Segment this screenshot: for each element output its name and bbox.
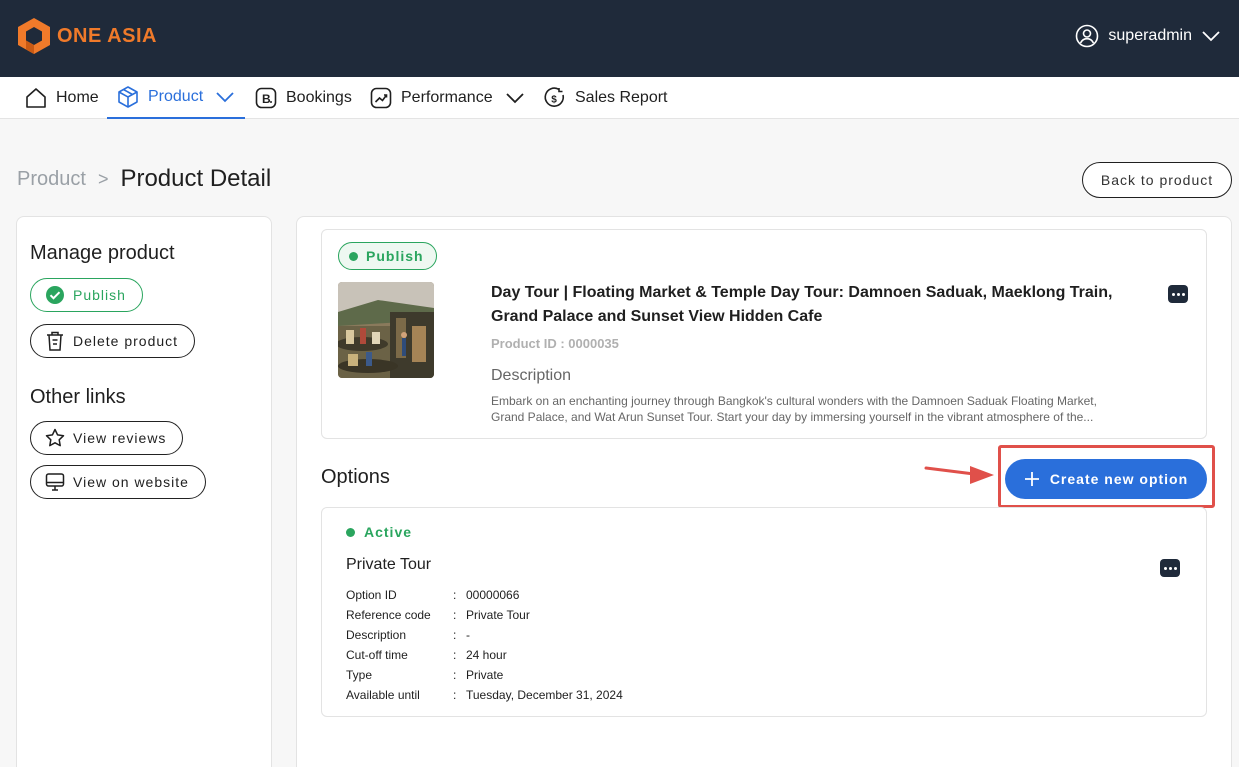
detail-colon: : [453, 588, 457, 602]
nav-product[interactable]: Product [107, 77, 246, 119]
status-dot [346, 527, 355, 537]
detail-value: 24 hour [466, 648, 507, 662]
main-nav: Home Product B Bookings Performance $ Sa… [0, 77, 1239, 119]
svg-text:B: B [262, 92, 271, 106]
logo-text: ONE ASIA [57, 24, 157, 47]
chevron-down-icon [1202, 31, 1220, 42]
option-detail-row: Type : Private [346, 665, 623, 685]
option-title: Private Tour [346, 556, 432, 573]
detail-value: Tuesday, December 31, 2024 [466, 688, 623, 702]
publish-button[interactable]: Publish [30, 278, 143, 312]
detail-key: Cut-off time [346, 648, 408, 662]
nav-sales-report-label: Sales Report [575, 89, 668, 106]
user-menu[interactable]: superadmin [1075, 24, 1221, 48]
option-more-button[interactable] [1160, 559, 1180, 577]
check-circle-icon [46, 286, 64, 304]
detail-value: Private [466, 668, 504, 682]
monitor-icon [45, 473, 65, 491]
manage-product-heading: Manage product [30, 242, 175, 264]
status-dot [349, 251, 358, 261]
option-status-label: Active [364, 524, 413, 540]
publish-status-label: Publish [366, 248, 424, 264]
home-icon [26, 88, 46, 108]
detail-key: Reference code [346, 608, 431, 622]
delete-product-label: Delete product [73, 333, 179, 349]
nav-bookings-label: Bookings [286, 89, 352, 106]
detail-key: Description [346, 628, 407, 642]
product-more-button[interactable] [1168, 285, 1188, 303]
nav-home[interactable]: Home [24, 77, 99, 119]
trash-icon [47, 331, 63, 351]
nav-home-label: Home [56, 89, 99, 106]
chevron-down-icon [216, 92, 234, 103]
detail-value: - [466, 628, 470, 642]
description-label: Description [491, 367, 572, 384]
detail-value: 00000066 [466, 588, 520, 602]
product-id: Product ID : 0000035 [491, 336, 619, 351]
option-detail-row: Reference code : Private Tour [346, 605, 623, 625]
publish-label: Publish [73, 287, 126, 303]
dollar-cycle-icon: $ [544, 87, 565, 107]
view-on-website-button[interactable]: View on website [30, 465, 206, 499]
nav-performance[interactable]: Performance [369, 77, 525, 119]
floating-market-image [338, 282, 434, 378]
more-dot [1171, 292, 1175, 296]
breadcrumb-separator: > [97, 168, 109, 189]
delete-product-button[interactable]: Delete product [30, 324, 196, 358]
arrow-annotation-icon [924, 466, 994, 484]
view-reviews-button[interactable]: View reviews [30, 421, 184, 455]
option-detail-row: Available until : Tuesday, December 31, … [346, 685, 623, 705]
nav-bookings[interactable]: B Bookings [254, 77, 352, 119]
detail-key: Type [346, 668, 373, 682]
detail-key: Option ID [346, 588, 397, 602]
detail-key: Available until [346, 688, 420, 702]
detail-colon: : [453, 688, 457, 702]
option-detail-row: Cut-off time : 24 hour [346, 645, 623, 665]
detail-colon: : [453, 668, 457, 682]
trend-icon [370, 87, 392, 109]
more-dot [1173, 566, 1177, 570]
user-icon [1076, 24, 1099, 48]
back-to-product-button[interactable]: Back to product [1082, 162, 1232, 198]
bookings-icon: B [255, 87, 277, 109]
top-header: ONE ASIA superadmin [0, 0, 1239, 77]
detail-colon: : [453, 608, 457, 622]
detail-colon: : [453, 628, 457, 642]
sidebar-panel: Manage product Publish Delete product Ot… [16, 216, 272, 767]
more-dot [1163, 566, 1167, 570]
more-dot [1168, 566, 1172, 570]
logo[interactable]: ONE ASIA [17, 17, 157, 55]
nav-sales-report[interactable]: $ Sales Report [543, 77, 668, 119]
nav-performance-label: Performance [401, 89, 493, 106]
view-on-website-label: View on website [73, 474, 189, 490]
product-thumbnail [338, 282, 434, 378]
page-title: Product Detail [120, 165, 272, 192]
detail-colon: : [453, 648, 457, 662]
svg-text:$: $ [551, 95, 557, 106]
breadcrumb-product-link[interactable]: Product [17, 168, 86, 191]
box-icon [118, 86, 138, 108]
view-reviews-label: View reviews [73, 430, 167, 446]
option-details: Option ID : 00000066 Reference code : Pr… [346, 585, 623, 705]
chevron-down-icon [505, 93, 524, 104]
other-links-heading: Other links [30, 386, 126, 408]
breadcrumb: Product > Product Detail [17, 165, 271, 193]
more-dot [1176, 292, 1180, 296]
user-name: superadmin [1108, 27, 1192, 44]
more-dot [1181, 292, 1185, 296]
nav-product-label: Product [148, 88, 204, 105]
star-icon [45, 428, 65, 447]
publish-status-badge: Publish [338, 242, 437, 270]
option-detail-row: Description : - [346, 625, 623, 645]
product-title: Day Tour | Floating Market & Temple Day … [491, 284, 1113, 325]
highlight-box [998, 445, 1215, 508]
option-status: Active [346, 524, 412, 540]
logo-icon [18, 18, 50, 54]
options-heading: Options [321, 466, 390, 488]
option-detail-row: Option ID : 00000066 [346, 585, 623, 605]
detail-value: Private Tour [466, 608, 530, 622]
product-description: Embark on an enchanting journey through … [491, 394, 1097, 424]
